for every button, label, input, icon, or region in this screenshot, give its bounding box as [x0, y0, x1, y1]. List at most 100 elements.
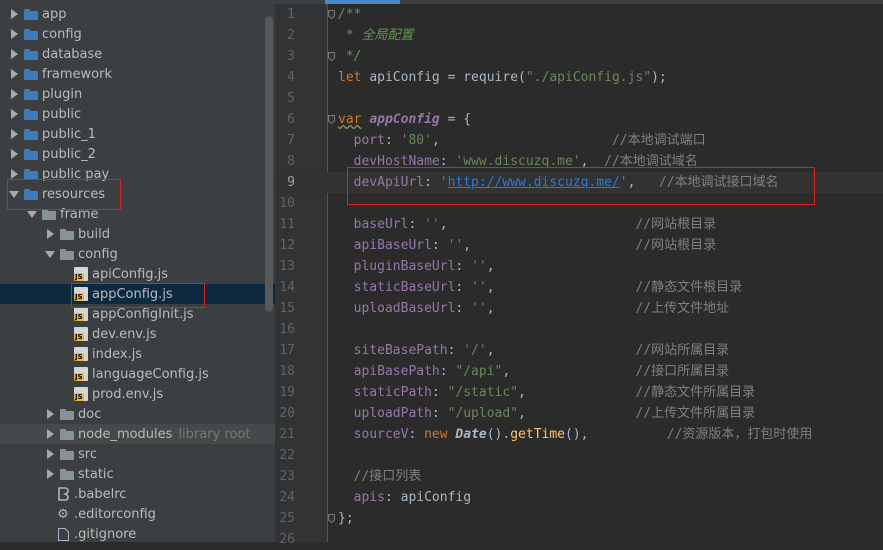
code-line[interactable]: 24 apis: apiConfig	[275, 487, 883, 508]
tree-item[interactable]: plugin	[0, 84, 275, 104]
code-line[interactable]: 8 devHostName: 'www.discuzq.me', //本地调试域…	[275, 151, 883, 172]
tree-item[interactable]: frame	[0, 204, 275, 224]
tree-item[interactable]: JS languageConfig.js	[0, 364, 275, 384]
code-line[interactable]: 21 sourceV: new Date().getTime(), //资源版本…	[275, 424, 883, 445]
tree-item[interactable]: JS apiConfig.js	[0, 264, 275, 284]
tree-item[interactable]: config	[0, 244, 275, 264]
folder-icon	[24, 28, 38, 40]
tree-item[interactable]: doc	[0, 404, 275, 424]
folder-icon	[24, 48, 38, 60]
code-token: ,	[486, 280, 636, 295]
tree-item[interactable]: .babelrc	[0, 484, 275, 504]
tree-item[interactable]: .gitignore	[0, 524, 275, 542]
tree-item[interactable]: JS dev.env.js	[0, 324, 275, 344]
tree-item[interactable]: public_2	[0, 144, 275, 164]
code-line[interactable]: 2 * 全局配置	[275, 25, 883, 46]
project-tree[interactable]: app config database framework plugin public pu…	[0, 0, 275, 542]
tree-item[interactable]: config	[0, 24, 275, 44]
code-text: var appConfig = {	[338, 109, 471, 130]
code-line[interactable]: 25};	[275, 508, 883, 529]
chevron-right-icon[interactable]	[8, 4, 20, 24]
chevron-down-icon[interactable]	[8, 184, 20, 204]
tree-item[interactable]: src	[0, 444, 275, 464]
tree-item[interactable]: node_modules library root	[0, 424, 275, 444]
tree-item[interactable]: database	[0, 44, 275, 64]
code-token: baseUrl	[338, 217, 409, 232]
code-line[interactable]: 11 baseUrl: '', //网站根目录	[275, 214, 883, 235]
line-number: 25	[279, 511, 295, 526]
tree-scrollbar[interactable]	[265, 16, 273, 312]
chevron-down-icon[interactable]	[44, 244, 56, 264]
code-token: '	[619, 175, 628, 190]
code-token: "/api"	[455, 364, 503, 379]
code-line[interactable]: 22	[275, 445, 883, 466]
chevron-right-icon[interactable]	[44, 224, 56, 244]
code-line[interactable]: 16	[275, 319, 883, 340]
line-number: 14	[279, 280, 295, 295]
code-token: ''	[424, 217, 440, 232]
code-line[interactable]: 26	[275, 529, 883, 550]
tree-item[interactable]: ⚙ .editorconfig	[0, 504, 275, 524]
tree-item-label: dev.env.js	[92, 326, 157, 342]
code-line[interactable]: 9 devApiUrl: 'http://www.discuzq.me/', /…	[275, 172, 883, 193]
code-line[interactable]: 13 pluginBaseUrl: '',	[275, 256, 883, 277]
tree-item[interactable]: app	[0, 4, 275, 24]
code-token: //网站根目录	[635, 217, 717, 232]
chevron-right-icon[interactable]	[44, 424, 56, 444]
chevron-right-icon[interactable]	[8, 84, 20, 104]
code-line[interactable]: 23 //接口列表	[275, 466, 883, 487]
tree-item[interactable]: static	[0, 464, 275, 484]
tree-item[interactable]: JS prod.env.js	[0, 384, 275, 404]
chevron-right-icon[interactable]	[44, 444, 56, 464]
code-line[interactable]: 12 apiBaseUrl: '', //网站根目录	[275, 235, 883, 256]
fold-marker-icon[interactable]	[328, 514, 335, 523]
chevron-right-icon[interactable]	[44, 404, 56, 424]
code-line[interactable]: 5	[275, 88, 883, 109]
tree-item[interactable]: resources	[0, 184, 275, 204]
code-line[interactable]: 18 apiBasePath: "/api", //接口所属目录	[275, 361, 883, 382]
chevron-right-icon[interactable]	[8, 24, 20, 44]
folder-icon	[24, 8, 38, 20]
chevron-right-icon[interactable]	[8, 44, 20, 64]
code-token: //网站所属目录	[635, 343, 730, 358]
tree-item-label: languageConfig.js	[92, 366, 209, 382]
code-line[interactable]: 20 uploadPath: "/upload", //上传文件所属目录	[275, 403, 883, 424]
code-line[interactable]: 14 staticBaseUrl: '', //静态文件根目录	[275, 277, 883, 298]
code-line[interactable]: 15 uploadBaseUrl: '', //上传文件地址	[275, 298, 883, 319]
code-token: require(	[463, 70, 526, 85]
code-line[interactable]: 3 */	[275, 46, 883, 67]
tree-item[interactable]: JS index.js	[0, 344, 275, 364]
chevron-right-icon[interactable]	[8, 124, 20, 144]
folder-icon	[24, 108, 38, 120]
chevron-right-icon[interactable]	[8, 64, 20, 84]
code-line[interactable]: 17 siteBasePath: '/', //网站所属目录	[275, 340, 883, 361]
tree-item[interactable]: public_1	[0, 124, 275, 144]
code-line[interactable]: 6 var appConfig = {	[275, 109, 883, 130]
tree-item[interactable]: JS appConfig.js	[0, 284, 275, 304]
code-line[interactable]: 7 port: '80', //本地调试端口	[275, 130, 883, 151]
code-token: //本地调试域名	[604, 154, 698, 169]
chevron-right-icon[interactable]	[8, 144, 20, 164]
line-number: 22	[279, 448, 295, 463]
tree-item[interactable]: public	[0, 104, 275, 124]
tree-item[interactable]: build	[0, 224, 275, 244]
chevron-right-icon[interactable]	[8, 104, 20, 124]
tree-item[interactable]: framework	[0, 64, 275, 84]
code-token: '80'	[400, 133, 432, 148]
code-line[interactable]: 19 staticPath: "/static", //静态文件所属目录	[275, 382, 883, 403]
tree-item[interactable]: public pay	[0, 164, 275, 184]
line-number: 16	[279, 322, 295, 337]
chevron-right-icon[interactable]	[44, 464, 56, 484]
tree-item-label: doc	[78, 406, 102, 422]
folder-icon	[42, 208, 56, 220]
code-line[interactable]: 4 let apiConfig = require("./apiConfig.js…	[275, 67, 883, 88]
code-editor[interactable]: 1/** 2 * 全局配置 3 */4 let apiConfig = require…	[275, 0, 883, 547]
code-line[interactable]: 1 /**	[275, 4, 883, 25]
chevron-down-icon[interactable]	[26, 204, 38, 224]
tree-item[interactable]: JS appConfigInit.js	[0, 304, 275, 324]
fold-marker-icon[interactable]	[328, 10, 335, 19]
code-line[interactable]: 10	[275, 193, 883, 214]
fold-marker-icon[interactable]	[328, 52, 335, 61]
fold-marker-icon[interactable]	[328, 115, 335, 124]
chevron-right-icon[interactable]	[8, 164, 20, 184]
